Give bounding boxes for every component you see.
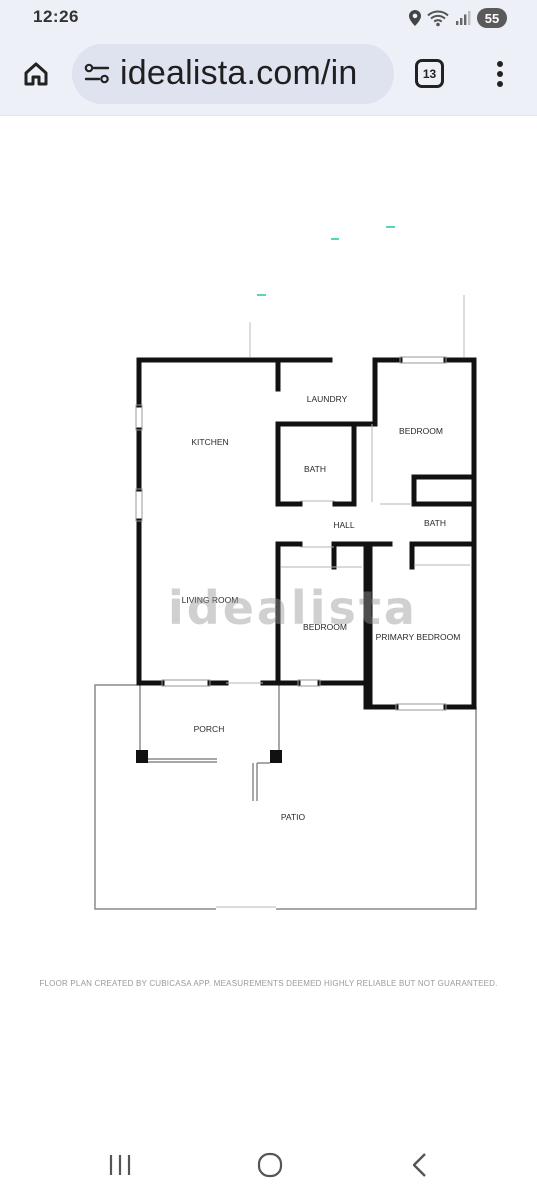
system-nav-bar [0, 1135, 537, 1200]
floor-plan-image[interactable]: LAUNDRY KITCHEN BEDROOM BATH HALL BATH L… [0, 117, 537, 977]
porch-post [136, 750, 148, 763]
porch-post [270, 750, 282, 763]
idealista-watermark: idealista [168, 581, 418, 635]
home-icon [24, 62, 48, 86]
back-button[interactable] [398, 1147, 442, 1183]
status-time: 12:26 [33, 7, 79, 26]
room-label-bath-2: BATH [424, 518, 446, 528]
signal-icon [456, 11, 471, 25]
porch-outline [139, 685, 280, 801]
url-bar[interactable]: idealista.com/in [72, 44, 394, 104]
back-icon [412, 1153, 426, 1177]
room-label-hall: HALL [333, 520, 355, 530]
home-button[interactable] [18, 56, 54, 92]
floor-plan-footnote: FLOOR PLAN CREATED BY CUBICASA APP. MEAS… [39, 979, 498, 988]
browser-toolbar: idealista.com/in 13 [0, 36, 537, 116]
page-content: LAUNDRY KITCHEN BEDROOM BATH HALL BATH L… [0, 117, 537, 1135]
room-label-bath: BATH [304, 464, 326, 474]
room-label-patio: PATIO [281, 812, 306, 822]
location-icon [409, 10, 421, 26]
patio-outline [94, 684, 477, 910]
recent-apps-icon [109, 1155, 131, 1175]
room-label-laundry: LAUNDRY [307, 394, 348, 404]
url-text[interactable]: idealista.com/in [120, 54, 358, 93]
doors [226, 424, 470, 684]
room-label-porch: PORCH [194, 724, 225, 734]
tabs-icon[interactable]: 13 [415, 59, 444, 88]
windows [135, 356, 447, 711]
home-circle-icon [257, 1152, 283, 1178]
room-label-bedroom: BEDROOM [399, 426, 443, 436]
more-vert-icon[interactable] [490, 58, 510, 90]
site-settings-icon[interactable] [84, 62, 110, 86]
recent-apps-button[interactable] [98, 1147, 142, 1183]
wifi-icon [427, 10, 449, 27]
status-icons: 55 [409, 7, 507, 29]
status-bar: 12:26 55 [0, 0, 537, 36]
home-circle-button[interactable] [248, 1147, 292, 1183]
walls [136, 357, 477, 710]
battery-icon: 55 [477, 8, 507, 28]
room-label-kitchen: KITCHEN [191, 437, 228, 447]
